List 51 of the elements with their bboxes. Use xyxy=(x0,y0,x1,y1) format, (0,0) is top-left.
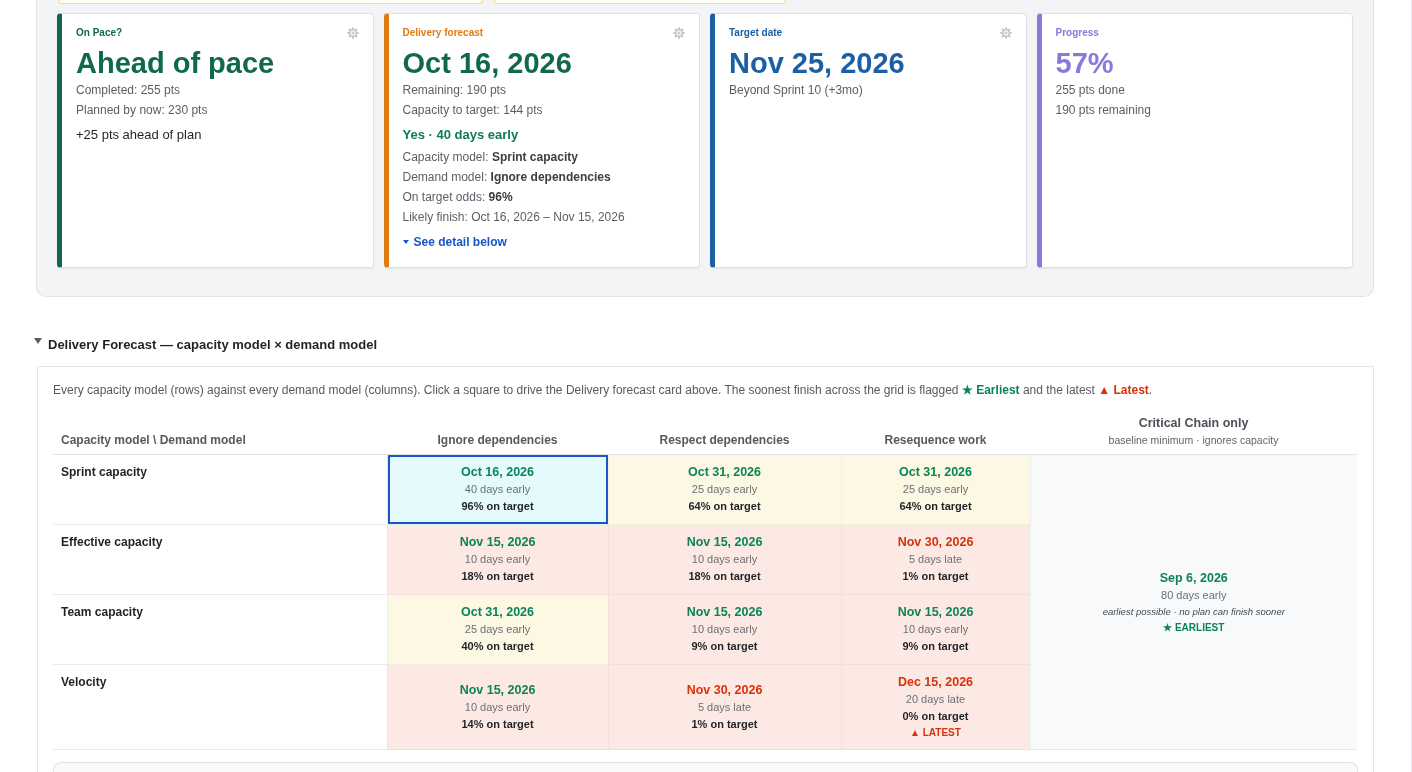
card-stat: 255 pts done xyxy=(1055,82,1126,99)
card-stat: Planned by now: 230 pts xyxy=(76,102,209,119)
card-stat: Capacity to target: 144 pts xyxy=(402,102,544,119)
forecast-cell[interactable]: Nov 15, 2026 10 days early 18% on target xyxy=(387,524,608,595)
forecast-cell[interactable]: Oct 16, 2026 40 days early 96% on target xyxy=(387,454,608,525)
card-detail: Capacity model: Sprint capacity xyxy=(402,149,579,166)
section-toggle[interactable]: Delivery Forecast — capacity model × demand model xyxy=(34,335,378,355)
card-value: Nov 25, 2026 xyxy=(729,46,906,80)
card-value: Oct 16, 2026 xyxy=(402,46,573,80)
card-label: Target date xyxy=(729,26,783,40)
card-detail: On target odds: 96% xyxy=(402,189,514,206)
caret-icon xyxy=(34,338,42,344)
card-label: On Pace? xyxy=(76,26,123,40)
column-header: Respect dependencies xyxy=(608,411,841,455)
settings-icon[interactable] xyxy=(673,27,685,39)
column-subheader: baseline minimum · ignores capacity xyxy=(1108,433,1279,448)
card-stat: 190 pts remaining xyxy=(1055,102,1152,119)
settings-icon[interactable] xyxy=(346,27,359,39)
card-stat: Remaining: 190 pts xyxy=(402,82,507,99)
column-header: Critical Chain only xyxy=(1138,415,1249,432)
forecast-cell[interactable]: Oct 31, 2026 25 days early 64% on target xyxy=(608,454,841,525)
forecast-cell[interactable]: Nov 15, 2026 10 days early 9% on target xyxy=(841,594,1030,665)
forecast-cell[interactable]: Dec 15, 2026 20 days late 0% on target ▲ LATEST xyxy=(841,664,1030,750)
forecast-verdict: Yes · 40 days early xyxy=(402,126,520,144)
forecast-cell[interactable]: Nov 30, 2026 5 days late 1% on target xyxy=(841,524,1030,595)
detail-link[interactable]: See detail below xyxy=(402,232,507,252)
forecast-cell[interactable]: Nov 15, 2026 10 days early 9% on target xyxy=(608,594,841,665)
forecast-description: Every capacity model (rows) against every demand model (columns). Click a square to drive the Delivery forecast card above. The soonest finish across the grid is flagged ★ Earliest and the latest ▲ Latest. xyxy=(53,382,1154,398)
forecast-cell[interactable]: Nov 15, 2026 10 days early 14% on target xyxy=(387,664,608,750)
settings-icon[interactable] xyxy=(999,27,1012,39)
card-detail: Demand model: Ignore dependencies xyxy=(402,169,612,186)
forecast-cell[interactable]: Oct 31, 2026 25 days early 64% on target xyxy=(841,454,1030,525)
card-stat: Beyond Sprint 10 (+3mo) xyxy=(729,82,864,99)
card-value: 57% xyxy=(1055,46,1115,80)
forecast-cell[interactable]: Nov 15, 2026 10 days early 18% on target xyxy=(608,524,841,595)
card-note: +25 pts ahead of plan xyxy=(76,126,203,144)
card-value: Ahead of pace xyxy=(76,46,276,80)
card-detail: Likely finish: Oct 16, 2026 – Nov 15, 2026 xyxy=(402,209,626,226)
forecast-cell[interactable]: Nov 30, 2026 5 days late 1% on target xyxy=(608,664,841,750)
column-header: Capacity model \ Demand model xyxy=(53,411,387,455)
card-stat: Completed: 255 pts xyxy=(76,82,182,99)
column-header: Ignore dependencies xyxy=(387,411,608,455)
card-label: Progress xyxy=(1055,26,1099,40)
forecast-cell[interactable]: Oct 31, 2026 25 days early 40% on target xyxy=(387,594,608,665)
forecast-offset: 80 days early xyxy=(1161,587,1227,603)
earliest-label: ★ EARLIEST xyxy=(1163,620,1225,635)
column-header: Resequence work xyxy=(841,411,1030,455)
caret-icon xyxy=(402,240,409,244)
forecast-note: earliest possible · no plan can finish sooner xyxy=(1102,604,1285,619)
forecast-date: Sep 6, 2026 xyxy=(1159,569,1228,587)
card-label: Delivery forecast xyxy=(402,26,484,40)
